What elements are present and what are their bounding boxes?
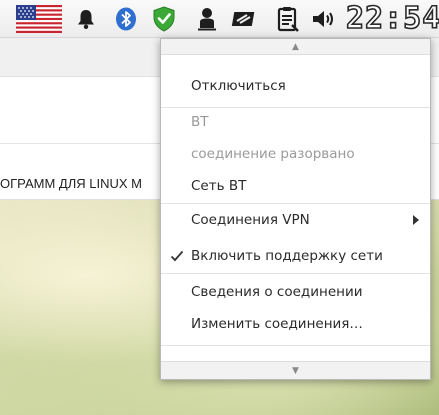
menu-item-bt-header: BT bbox=[161, 109, 430, 135]
menu-item-label: Сведения о соединении bbox=[191, 284, 363, 300]
menu-item-label: Сеть BT bbox=[191, 178, 247, 194]
menu-scroll-down[interactable]: ▼ bbox=[161, 361, 430, 379]
submenu-arrow-icon bbox=[413, 215, 419, 225]
menu-separator bbox=[161, 107, 430, 108]
clock[interactable]: 22:54 bbox=[346, 0, 439, 38]
menu-item-label: Соединения VPN bbox=[191, 212, 310, 228]
scroll-down-arrow-icon: ▼ bbox=[292, 365, 299, 376]
bluetooth-icon[interactable] bbox=[113, 4, 139, 34]
network-menu: ▲ Отключиться BT соединение разорвано Се… bbox=[160, 38, 431, 380]
menu-item-bt-network[interactable]: Сеть BT bbox=[161, 173, 430, 199]
shield-check-icon[interactable] bbox=[150, 4, 178, 34]
us-flag-icon[interactable] bbox=[15, 4, 63, 34]
menu-separator bbox=[161, 345, 430, 346]
person-icon[interactable] bbox=[195, 4, 219, 34]
menu-scroll-up[interactable]: ▲ bbox=[161, 39, 430, 55]
menu-item-label: Включить поддержку сети bbox=[191, 248, 383, 264]
menu-item-enable-networking[interactable]: Включить поддержку сети bbox=[161, 243, 430, 269]
menu-item-label: соединение разорвано bbox=[191, 146, 355, 162]
background-heading-text: ОГРАММ ДЛЯ LINUX M bbox=[0, 176, 142, 191]
top-panel: 22:54 bbox=[0, 0, 439, 38]
volume-icon[interactable] bbox=[310, 4, 338, 34]
scroll-up-arrow-icon: ▲ bbox=[292, 41, 299, 52]
menu-item-label: Отключиться bbox=[191, 78, 286, 94]
menu-item-label: Изменить соединения… bbox=[191, 316, 363, 332]
checkmark-icon bbox=[168, 243, 186, 269]
menu-item-edit-connections[interactable]: Изменить соединения… bbox=[161, 311, 430, 337]
menu-item-disconnect[interactable]: Отключиться bbox=[161, 73, 430, 99]
network-icon[interactable] bbox=[228, 4, 258, 34]
menu-separator bbox=[161, 203, 430, 204]
menu-item-label: BT bbox=[191, 114, 209, 130]
menu-item-connection-info[interactable]: Сведения о соединении bbox=[161, 279, 430, 305]
bell-icon[interactable] bbox=[73, 4, 99, 34]
clipboard-icon[interactable] bbox=[276, 4, 300, 34]
menu-separator bbox=[161, 273, 430, 274]
menu-item-connection-status: соединение разорвано bbox=[161, 141, 430, 167]
menu-item-vpn-connections[interactable]: Соединения VPN bbox=[161, 207, 430, 233]
